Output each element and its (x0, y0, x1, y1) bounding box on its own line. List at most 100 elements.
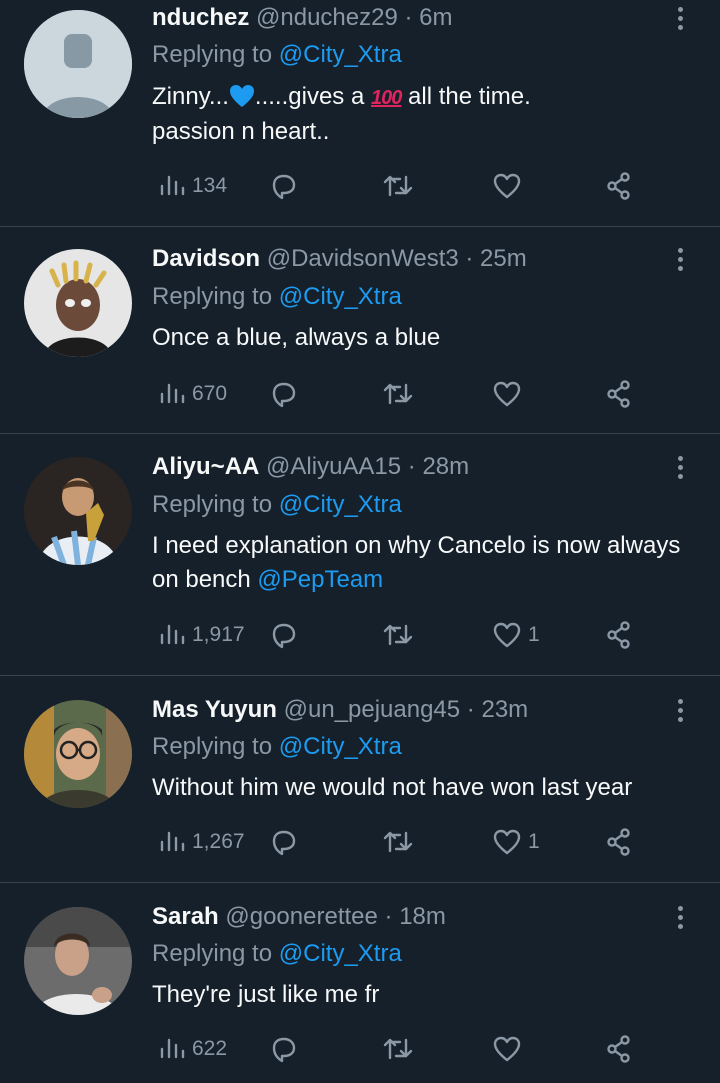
views-button[interactable]: 670 (158, 374, 227, 414)
tweet-text-part: I need explanation on why Cancelo is now… (152, 532, 681, 593)
timestamp[interactable]: 23m (481, 696, 528, 723)
tweet[interactable]: nduchez @nduchez29 · 6m Replying to @Cit… (0, 0, 720, 227)
reply-icon (272, 174, 296, 200)
timestamp[interactable]: 25m (480, 245, 527, 272)
reply-icon (272, 1037, 296, 1063)
views-icon (160, 1038, 185, 1059)
separator: · (377, 903, 400, 930)
reply-button[interactable] (268, 1029, 298, 1069)
retweet-icon (383, 1038, 413, 1060)
timestamp[interactable]: 28m (422, 453, 469, 480)
views-count: 1,917 (192, 623, 245, 646)
like-button[interactable]: 1 (492, 615, 540, 655)
author-handle[interactable]: @nduchez29 (256, 4, 398, 31)
timestamp[interactable]: 18m (399, 903, 446, 930)
tweet[interactable]: Mas Yuyun @un_pejuang45 · 23m Replying t… (0, 676, 720, 883)
tweet[interactable]: Davidson @DavidsonWest3 · 25m Replying t… (0, 227, 720, 434)
separator: · (397, 4, 420, 31)
more-options-icon[interactable] (664, 900, 696, 934)
reply-button[interactable] (268, 374, 298, 414)
like-button[interactable]: 1 (492, 822, 540, 862)
author-name[interactable]: nduchez (152, 4, 249, 31)
retweet-icon (383, 383, 413, 405)
share-button[interactable] (604, 822, 634, 862)
share-button[interactable] (604, 374, 634, 414)
replying-prefix: Replying to (152, 491, 279, 518)
author-name[interactable]: Mas Yuyun (152, 696, 277, 723)
views-count: 134 (192, 174, 228, 197)
share-icon (607, 828, 630, 856)
reply-icon (272, 623, 296, 649)
author-name[interactable]: Davidson (152, 245, 260, 272)
more-options-icon[interactable] (664, 242, 696, 276)
more-options-icon[interactable] (664, 1, 696, 35)
author-name[interactable]: Sarah (152, 903, 219, 930)
likes-count: 1 (528, 623, 540, 646)
retweet-button[interactable] (382, 374, 414, 414)
reply-button[interactable] (268, 615, 298, 655)
more-options-icon[interactable] (664, 693, 696, 727)
separator: · (458, 245, 481, 272)
replying-prefix: Replying to (152, 733, 279, 760)
tweet-text: Without him we would not have won last y… (152, 774, 633, 801)
views-icon (160, 175, 185, 196)
tweet-text: Once a blue, always a blue (152, 324, 441, 351)
replying-prefix: Replying to (152, 940, 279, 967)
views-count: 622 (192, 1037, 228, 1060)
more-options-icon[interactable] (664, 450, 696, 484)
author-handle[interactable]: @AliyuAA15 (266, 453, 401, 480)
retweet-button[interactable] (382, 166, 414, 206)
replying-to-mention[interactable]: @City_Xtra (279, 940, 402, 967)
share-button[interactable] (604, 166, 634, 206)
replying-to-mention[interactable]: @City_Xtra (279, 41, 402, 68)
tweet[interactable]: Aliyu~AA @AliyuAA15 · 28m Replying to @C… (0, 434, 720, 676)
avatar[interactable] (24, 907, 132, 1015)
replying-prefix: Replying to (152, 41, 279, 68)
share-button[interactable] (604, 1029, 634, 1069)
avatar[interactable] (24, 457, 132, 565)
author-handle[interactable]: @goonerettee (225, 903, 377, 930)
heart-icon (493, 1036, 521, 1062)
replying-to-mention[interactable]: @City_Xtra (279, 733, 402, 760)
author-handle[interactable]: @DavidsonWest3 (267, 245, 459, 272)
replying-to-mention[interactable]: @City_Xtra (279, 283, 402, 310)
retweet-icon (383, 831, 413, 853)
share-icon (607, 172, 630, 200)
like-button[interactable] (492, 166, 528, 206)
author-handle[interactable]: @un_pejuang45 (284, 696, 461, 723)
avatar-image (24, 249, 132, 357)
default-avatar-icon (24, 10, 132, 118)
views-button[interactable]: 1,917 (158, 615, 245, 655)
separator: · (460, 696, 482, 723)
retweet-button[interactable] (382, 1029, 414, 1069)
heart-icon (493, 622, 521, 648)
avatar[interactable] (24, 10, 132, 118)
views-button[interactable]: 1,267 (158, 822, 245, 862)
tweet-text: They're just like me fr (152, 981, 380, 1008)
author-name[interactable]: Aliyu~AA (152, 453, 259, 480)
timestamp[interactable]: 6m (419, 4, 452, 31)
tweet-text: Zinny... .....gives a 100 all the time. p… (152, 80, 702, 149)
share-button[interactable] (604, 615, 634, 655)
like-button[interactable] (492, 374, 528, 414)
reply-icon (272, 830, 296, 856)
reply-icon (272, 382, 296, 408)
avatar[interactable] (24, 249, 132, 357)
views-button[interactable]: 134 (158, 166, 227, 206)
blue-heart-icon (229, 85, 254, 107)
retweet-icon (383, 624, 413, 646)
like-button[interactable] (492, 1029, 528, 1069)
likes-count: 1 (528, 830, 540, 853)
replying-prefix: Replying to (152, 283, 279, 310)
reply-button[interactable] (268, 822, 298, 862)
retweet-button[interactable] (382, 822, 414, 862)
tweet[interactable]: Sarah @goonerettee · 18m Replying to @Ci… (0, 883, 720, 1083)
replying-to-mention[interactable]: @City_Xtra (279, 491, 402, 518)
text-mention[interactable]: @PepTeam (257, 566, 383, 593)
tweet-text-part: .....gives a (254, 83, 371, 110)
reply-button[interactable] (268, 166, 298, 206)
retweet-button[interactable] (382, 615, 414, 655)
views-button[interactable]: 622 (158, 1029, 227, 1069)
avatar[interactable] (24, 700, 132, 808)
share-icon (607, 1035, 630, 1063)
